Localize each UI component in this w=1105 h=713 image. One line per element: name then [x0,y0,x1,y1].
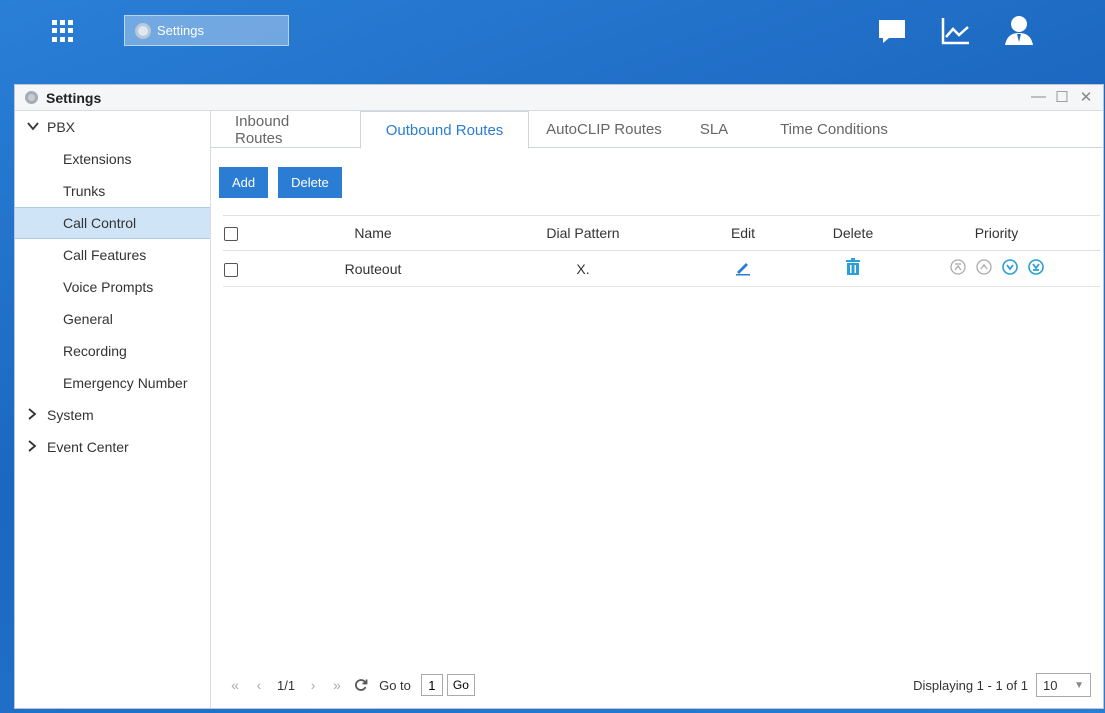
sidebar-group-event-center[interactable]: Event Center [15,431,210,463]
sidebar-item-trunks[interactable]: Trunks [15,175,210,207]
route-dial-pattern: X. [493,250,673,287]
edit-cell [673,250,813,287]
pagination-bar: « ‹ 1/1 › » Go to Go Displaying 1 - 1 of… [223,670,1091,700]
goto-label: Go to [379,677,411,693]
taskbar-settings-tab[interactable]: Settings [124,15,289,46]
taskbar: Settings [0,0,1105,70]
page-size-value: 10 [1043,677,1058,693]
sidebar-group-label: PBX [47,119,76,135]
chevron-down-icon [27,120,43,134]
header-delete: Delete [813,215,893,251]
sidebar-item-call-features[interactable]: Call Features [15,239,210,271]
move-down-icon[interactable] [1001,259,1018,275]
chat-icon[interactable] [877,16,909,48]
row-checkbox-cell [223,250,253,287]
maximize-icon[interactable]: ☐ [1055,88,1069,106]
window-title: Settings [46,89,102,106]
close-icon[interactable]: ✕ [1079,88,1093,106]
add-button[interactable]: Add [219,167,269,198]
header-dial-pattern[interactable]: Dial Pattern [493,215,673,251]
tab-sla[interactable]: SLA [679,111,749,148]
user-icon[interactable] [1003,14,1035,46]
header-name[interactable]: Name [253,215,493,251]
select-all-cell [223,215,253,251]
gear-icon [135,22,151,39]
tab-bar: Inbound Routes Outbound Routes AutoCLIP … [211,111,1103,149]
page-size-select[interactable]: 10 ▼ [1036,673,1091,697]
table-header-row: Name Dial Pattern Edit Delete Priority [223,215,1100,251]
gear-icon [25,91,38,104]
sidebar: PBX Extensions Trunks Call Control Call … [15,111,211,708]
window-titlebar[interactable]: Settings — ☐ ✕ [15,85,1103,111]
displaying-count: Displaying 1 - 1 of 1 [913,677,1028,693]
last-page-icon[interactable]: » [325,672,349,698]
trash-icon[interactable] [845,258,861,279]
route-name: Routeout [253,250,493,287]
sidebar-item-recording[interactable]: Recording [15,335,210,367]
header-priority: Priority [893,215,1100,251]
page-indicator: 1/1 [277,677,296,693]
sidebar-item-general[interactable]: General [15,303,210,335]
priority-cell [893,250,1100,287]
sidebar-item-emergency-number[interactable]: Emergency Number [15,367,210,399]
sidebar-item-extensions[interactable]: Extensions [15,143,210,175]
chevron-right-icon [27,439,43,455]
select-all-checkbox[interactable] [224,227,238,242]
minimize-icon[interactable]: — [1031,88,1046,106]
tab-autoclip-routes[interactable]: AutoCLIP Routes [529,111,679,148]
first-page-icon[interactable]: « [223,672,247,698]
chevron-right-icon [27,407,43,423]
edit-icon[interactable] [734,263,752,279]
delete-cell [813,250,893,287]
prev-page-icon[interactable]: ‹ [247,672,271,698]
next-page-icon[interactable]: › [301,672,325,698]
row-checkbox[interactable] [224,262,238,277]
chart-icon[interactable] [940,16,972,48]
routes-table: Name Dial Pattern Edit Delete Priority R… [223,215,1100,287]
header-edit: Edit [673,215,813,251]
move-top-icon[interactable] [949,259,966,275]
delete-button[interactable]: Delete [278,167,342,198]
sidebar-group-label: Event Center [47,439,129,455]
toolbar: Add Delete [219,167,342,198]
taskbar-tab-label: Settings [157,23,204,38]
move-up-icon[interactable] [975,259,992,275]
sidebar-group-system[interactable]: System [15,399,210,431]
tab-inbound-routes[interactable]: Inbound Routes [211,111,360,148]
sidebar-item-call-control[interactable]: Call Control [15,207,210,239]
sidebar-group-label: System [47,407,94,423]
sidebar-group-pbx[interactable]: PBX [15,111,210,143]
caret-down-icon: ▼ [1074,679,1084,691]
go-button[interactable]: Go [446,674,475,696]
goto-page-input[interactable] [420,674,443,696]
sidebar-item-voice-prompts[interactable]: Voice Prompts [15,271,210,303]
refresh-icon[interactable] [349,672,373,698]
tab-time-conditions[interactable]: Time Conditions [749,111,919,148]
table-row: Routeout X. [223,250,1100,287]
app-grid-icon[interactable] [52,20,74,42]
tab-outbound-routes[interactable]: Outbound Routes [360,111,529,149]
main-panel: Inbound Routes Outbound Routes AutoCLIP … [211,111,1103,708]
move-bottom-icon[interactable] [1027,259,1044,275]
settings-window: Settings — ☐ ✕ PBX Extensions Trunks Cal… [14,84,1104,709]
